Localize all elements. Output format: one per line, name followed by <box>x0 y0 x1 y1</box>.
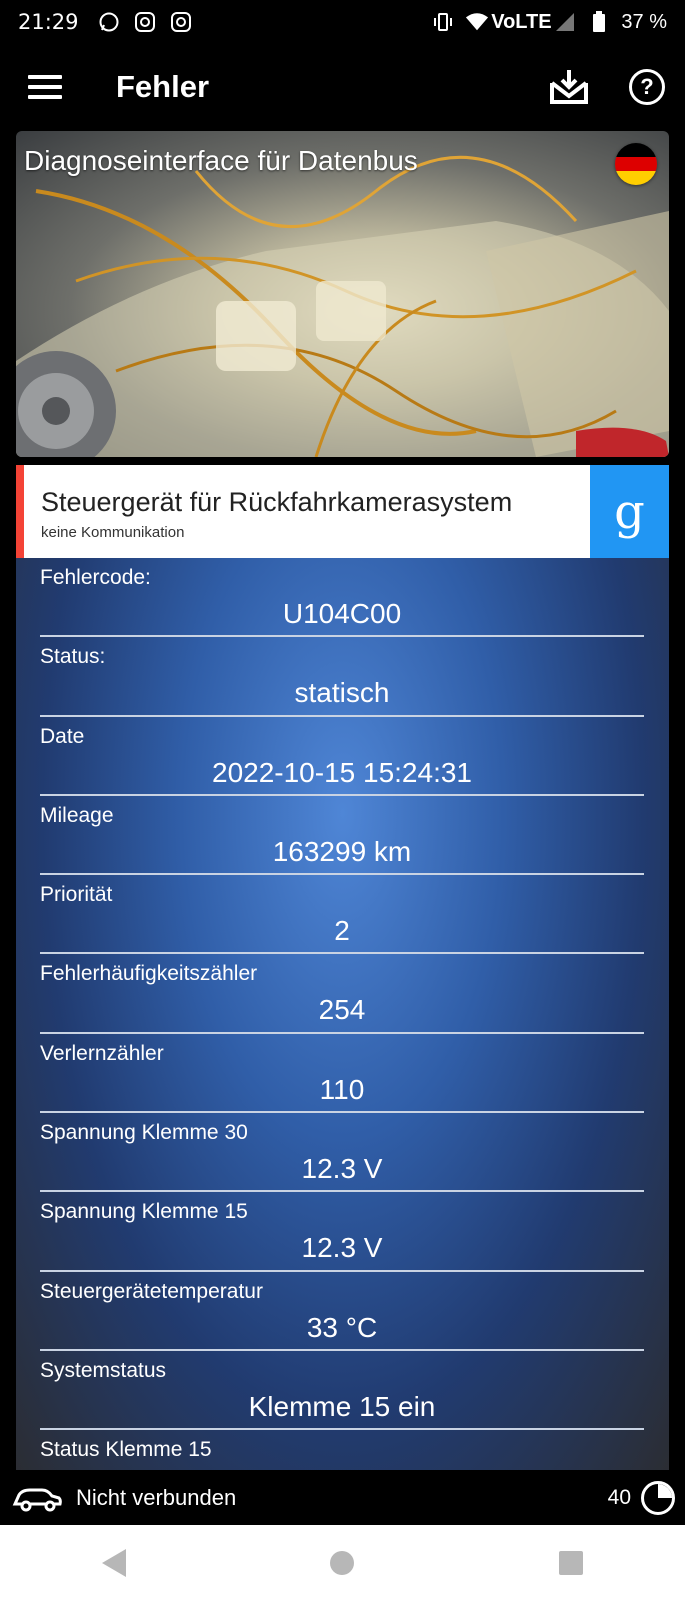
car-icon[interactable] <box>12 1484 62 1512</box>
control-unit-card[interactable]: Steuergerät für Rückfahrkamerasystem kei… <box>16 465 669 558</box>
back-icon[interactable] <box>102 1548 127 1577</box>
detail-value: 12.3 V <box>301 1232 383 1264</box>
detail-value: 254 <box>318 994 366 1026</box>
notification-icons <box>97 10 193 34</box>
detail-row: Spannung Klemme 15 12.3 V <box>40 1192 644 1272</box>
detail-row: Fehlercode: U104C00 <box>40 558 644 638</box>
menu-icon[interactable] <box>28 75 62 99</box>
detail-row: Spannung Klemme 30 12.3 V <box>40 1113 644 1193</box>
instagram-icon <box>169 10 193 34</box>
detail-row: Status: statisch <box>40 637 644 717</box>
recent-apps-icon[interactable] <box>558 1550 583 1575</box>
detail-row: Steuergerätetemperatur 33 °C <box>40 1272 644 1351</box>
detail-value: U104C00 <box>282 598 402 629</box>
detail-label: Date <box>40 724 85 748</box>
volte-icon: VoLTE <box>491 10 552 33</box>
battery-icon <box>587 10 611 34</box>
detail-row: Status Klemme 15 <box>40 1430 644 1470</box>
system-nav-bar <box>0 1525 685 1600</box>
detail-label: Spannung Klemme 30 <box>40 1121 248 1145</box>
detail-label: Spannung Klemme 15 <box>40 1200 248 1224</box>
detail-value: statisch <box>294 677 390 709</box>
detail-label: Status Klemme 15 <box>40 1438 212 1462</box>
banner-image: Diagnoseinterface für Datenbus <box>16 131 669 457</box>
fault-details: Fehlercode: U104C00 Status: statisch Dat… <box>16 558 669 1470</box>
help-icon[interactable]: ? <box>629 69 665 105</box>
page-title: Fehler <box>116 69 210 104</box>
whatsapp-icon <box>97 10 121 34</box>
detail-value: 12.3 V <box>301 1153 383 1185</box>
detail-row: Systemstatus Klemme 15 ein <box>40 1351 644 1431</box>
wifi-icon <box>465 10 489 34</box>
error-indicator <box>16 465 24 558</box>
google-search-button[interactable]: g <box>590 465 669 558</box>
instagram-icon <box>133 10 157 34</box>
detail-value: 110 <box>319 1073 365 1105</box>
detail-row: Verlernzähler 110 <box>40 1034 644 1114</box>
home-icon[interactable] <box>330 1550 355 1575</box>
signal-icon <box>553 10 577 34</box>
detail-value: 33 °C <box>306 1311 378 1343</box>
control-unit-name: Steuergerät für Rückfahrkamerasystem <box>41 487 513 517</box>
detail-label: Systemstatus <box>40 1358 167 1382</box>
detail-row: Mileage 163299 km <box>40 796 644 876</box>
detail-value: 163299 km <box>272 835 412 867</box>
status-bar: 21:29 VoLTE 37 % <box>0 0 685 44</box>
connection-bar: Nicht verbunden 40 <box>0 1470 685 1525</box>
status-time: 21:29 <box>18 10 79 34</box>
connection-status: Nicht verbunden <box>76 1484 237 1510</box>
detail-label: Verlernzähler <box>40 1041 164 1065</box>
communication-status: keine Kommunikation <box>41 524 185 541</box>
vibrate-icon <box>431 10 455 34</box>
detail-label: Fehlercode: <box>40 566 151 589</box>
detail-value: Klemme 15 ein <box>248 1390 436 1422</box>
system-icons: VoLTE 37 % <box>431 10 667 34</box>
detail-row: Date 2022-10-15 15:24:31 <box>40 717 644 796</box>
detail-row: Priorität 2 <box>40 875 644 955</box>
progress-pie-icon <box>641 1480 675 1515</box>
detail-value: 2022-10-15 15:24:31 <box>212 756 472 788</box>
detail-label: Steuergerätetemperatur <box>40 1279 263 1303</box>
detail-label: Fehlerhäufigkeitszähler <box>40 962 258 986</box>
detail-label: Status: <box>40 645 106 669</box>
battery-percentage: 37 % <box>621 10 667 33</box>
download-icon[interactable] <box>549 69 589 105</box>
detail-label: Mileage <box>40 803 114 827</box>
detail-label: Priorität <box>40 883 113 907</box>
counter-value: 40 <box>607 1485 631 1509</box>
german-flag-icon[interactable] <box>615 143 657 185</box>
banner-title: Diagnoseinterface für Datenbus <box>24 145 418 176</box>
detail-value: 2 <box>334 915 350 947</box>
app-bar: Fehler ? <box>0 44 685 130</box>
car-wiring-illustration <box>16 155 669 457</box>
detail-row: Fehlerhäufigkeitszähler 254 <box>40 954 644 1034</box>
